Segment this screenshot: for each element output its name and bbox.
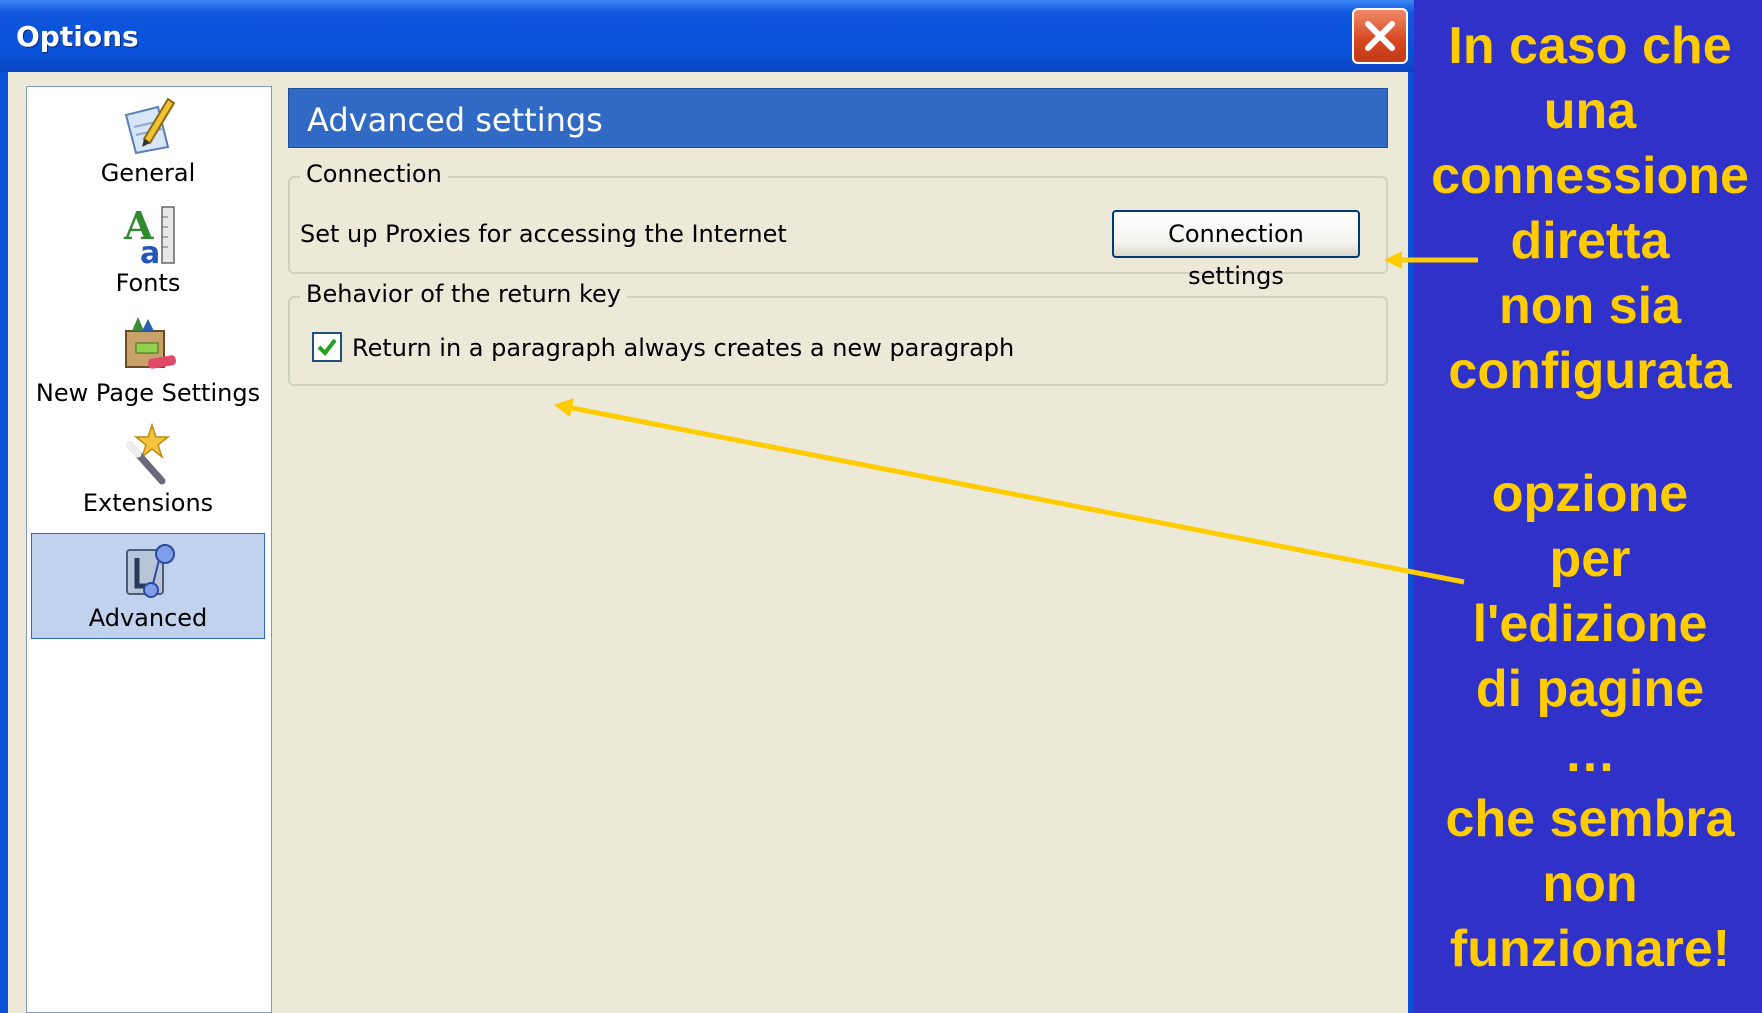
annotation-line: funzionare! <box>1449 920 1731 978</box>
arrow-to-checkbox <box>571 405 1465 585</box>
annotation-line: che sembra <box>1445 790 1735 848</box>
arrowhead-checkbox <box>554 398 574 417</box>
arrowhead-connection <box>1384 251 1402 269</box>
annotation-line: opzione <box>1491 465 1689 523</box>
annotation-line: l'edizione <box>1472 595 1708 653</box>
annotation-connection: In caso che una connessione diretta non … <box>1420 14 1760 404</box>
annotation-line: configurata <box>1448 342 1732 400</box>
annotation-line: non <box>1542 855 1638 913</box>
annotation-line: connessione <box>1431 147 1749 205</box>
annotation-line: di pagine <box>1475 660 1705 718</box>
annotation-line: una <box>1543 82 1637 140</box>
annotation-editing-option: opzione per l'edizione di pagine … che s… <box>1420 462 1760 982</box>
annotation-line: per <box>1549 530 1631 588</box>
annotation-line: non sia <box>1498 277 1682 335</box>
annotation-line: In caso che <box>1448 17 1732 75</box>
annotation-line: … <box>1564 725 1616 783</box>
annotation-line: diretta <box>1510 212 1670 270</box>
